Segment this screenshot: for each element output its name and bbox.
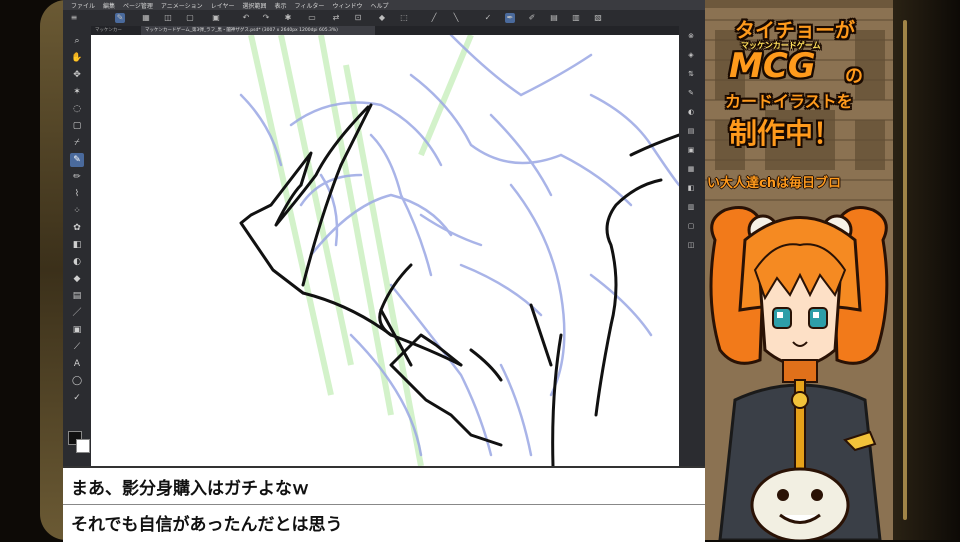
undo-icon[interactable]: ↶ [241,13,251,23]
right-bezel [893,0,960,540]
sync-icon[interactable]: ⇄ [331,13,341,23]
doc-tab-0[interactable]: マッケンカー [91,26,143,35]
menu-item-4[interactable]: レイヤー [211,1,235,10]
pixel-avatar [709,206,889,540]
subtitle-line-2: それでも自信があったんだとは思う [71,515,343,535]
new-icon[interactable]: ▢ [185,13,195,23]
stroke-icon[interactable]: ✐ [527,13,537,23]
menu-item-2[interactable]: ページ管理 [123,1,153,10]
menu-item-5[interactable]: 選択範囲 [243,1,267,10]
menu-item-0[interactable]: ファイル [71,1,95,10]
pen-mode-icon[interactable]: ✎ [115,13,125,23]
active-pen-icon[interactable]: ✒ [505,13,515,23]
image2-icon[interactable]: ▥ [571,13,581,23]
eyedrop-tool-icon[interactable]: ⌿ [70,136,84,150]
text-tool-icon[interactable]: A [70,357,84,371]
hand-tool-icon[interactable]: ✋ [70,51,84,65]
figure-tool-icon[interactable]: ／ [70,306,84,320]
subtitle-box: まあ、影分身購入はガチよなｗ それでも自信があったんだとは思う [63,466,705,542]
stream-frame: ファイル 編集 ページ管理 アニメーション レイヤー 選択範囲 表示 フィルター ウィンドウ ヘル… [0,0,960,542]
menu-bar: ファイル 編集 ページ管理 アニメーション レイヤー 選択範囲 表示 フィルター ウィンドウ ヘル… [63,0,705,10]
correct-tool-icon[interactable]: ✓ [70,391,84,405]
logo-line-1: タイチョーが [735,18,855,42]
grid-icon[interactable]: ▦ [141,13,151,23]
menu-item-6[interactable]: 表示 [275,1,287,10]
logo-mcg: MCG [729,46,816,86]
command-bar: ≡ ✎ ▦ ◫ ▢ ▣ ↶ ↷ ✱ ▭ ⇄ ⊡ ◆ ⬚ ╱ ╲ ✓ ✒ ✐ ▤ … [63,10,705,26]
zoom-tool-icon[interactable]: ⌕ [70,34,84,48]
canvas-icon[interactable]: ▭ [307,13,317,23]
sketch-artwork [239,35,679,466]
panel-icon-11[interactable]: ◫ [685,239,697,251]
stream-side-panel: タイチョーが マッケンカードゲーム MCG の カードイラストを 制作中！ い大… [705,0,893,540]
ruler-tool-icon[interactable]: ⟋ [70,340,84,354]
airbrush-tool-icon[interactable]: ⁘ [70,204,84,218]
subtitle-divider [63,504,705,505]
fill-tool-icon[interactable]: ◆ [70,272,84,286]
ticker-text: い大人達chは毎日ブロ [707,176,841,191]
menu-item-8[interactable]: ウィンドウ [332,1,362,10]
menu-item-1[interactable]: 編集 [103,1,115,10]
paint-app-window: ファイル 編集 ページ管理 アニメーション レイヤー 選択範囲 表示 フィルター ウィンドウ ヘル… [63,0,705,540]
move-tool-icon[interactable]: ✥ [70,68,84,82]
ruler-icon[interactable]: ▧ [593,13,603,23]
color-swatch[interactable] [68,431,90,461]
panel-icon-1[interactable]: ◈ [685,49,697,61]
frame-tool-icon[interactable]: ▣ [70,323,84,337]
layers-icon[interactable]: ◫ [163,13,173,23]
settings-icon[interactable]: ✱ [283,13,293,23]
transform-icon[interactable]: ⬚ [399,13,409,23]
logo-line-3: カードイラストを [725,92,853,111]
select-tool-icon[interactable]: ▢ [70,119,84,133]
eraser-tool-icon[interactable]: ◧ [70,238,84,252]
fill-icon[interactable]: ◆ [377,13,387,23]
menu-icon[interactable]: ≡ [69,13,79,23]
right-side-panel: ⊗ ◈ ⇅ ✎ ◐ ▤ ▣ ▦ ◧ ▥ ▢ ◫ [679,26,705,466]
panel-icon-2[interactable]: ⇅ [685,68,697,80]
gradient-tool-icon[interactable]: ▤ [70,289,84,303]
check-icon[interactable]: ✓ [483,13,493,23]
panel-icon-7[interactable]: ▦ [685,163,697,175]
blend-tool-icon[interactable]: ◐ [70,255,84,269]
pen-tool-icon[interactable]: ✎ [70,153,84,167]
drawing-canvas[interactable] [91,35,679,466]
bezel-highlight [903,20,907,520]
brush-icon[interactable]: ╲ [451,13,461,23]
menu-item-7[interactable]: フィルター [295,1,325,10]
menu-item-9[interactable]: ヘルプ [370,1,388,10]
deco-tool-icon[interactable]: ✿ [70,221,84,235]
ticker-bar: い大人達chは毎日ブロ [705,172,893,194]
logo-no: の [845,66,863,87]
subtitle-line-1: まあ、影分身購入はガチよなｗ [71,479,309,499]
panel-icon-8[interactable]: ◧ [685,182,697,194]
redo-icon[interactable]: ↷ [261,13,271,23]
panel-icon-4[interactable]: ◐ [685,106,697,118]
snap-icon[interactable]: ⊡ [353,13,363,23]
wand-tool-icon[interactable]: ✶ [70,85,84,99]
pencil-tool-icon[interactable]: ✏ [70,170,84,184]
save-icon[interactable]: ▣ [211,13,221,23]
panel-icon-0[interactable]: ⊗ [685,30,697,42]
panel-icon-6[interactable]: ▣ [685,144,697,156]
panel-icon-3[interactable]: ✎ [685,87,697,99]
panel-icon-10[interactable]: ▢ [685,220,697,232]
panel-icon-5[interactable]: ▤ [685,125,697,137]
lasso-tool-icon[interactable]: ◌ [70,102,84,116]
tool-palette: ⌕ ✋ ✥ ✶ ◌ ▢ ⌿ ✎ ✏ ⌇ ⁘ ✿ ◧ ◐ ◆ ▤ ／ ▣ ⟋ A ◯ ✓ [63,26,91,466]
pen-icon[interactable]: ╱ [429,13,439,23]
doc-tab-1[interactable]: マッケンカードゲーム_第3弾_ラフ_黒・闇神ザグス.psd* (3007 x 2… [141,26,375,35]
document-tabs: マッケンカー マッケンカードゲーム_第3弾_ラフ_黒・闇神ザグス.psd* (30… [91,26,679,35]
logo-line-4: 制作中！ [729,117,842,150]
image-icon[interactable]: ▤ [549,13,559,23]
balloon-tool-icon[interactable]: ◯ [70,374,84,388]
brush-tool-icon[interactable]: ⌇ [70,187,84,201]
menu-item-3[interactable]: アニメーション [161,1,203,10]
panel-icon-9[interactable]: ▥ [685,201,697,213]
